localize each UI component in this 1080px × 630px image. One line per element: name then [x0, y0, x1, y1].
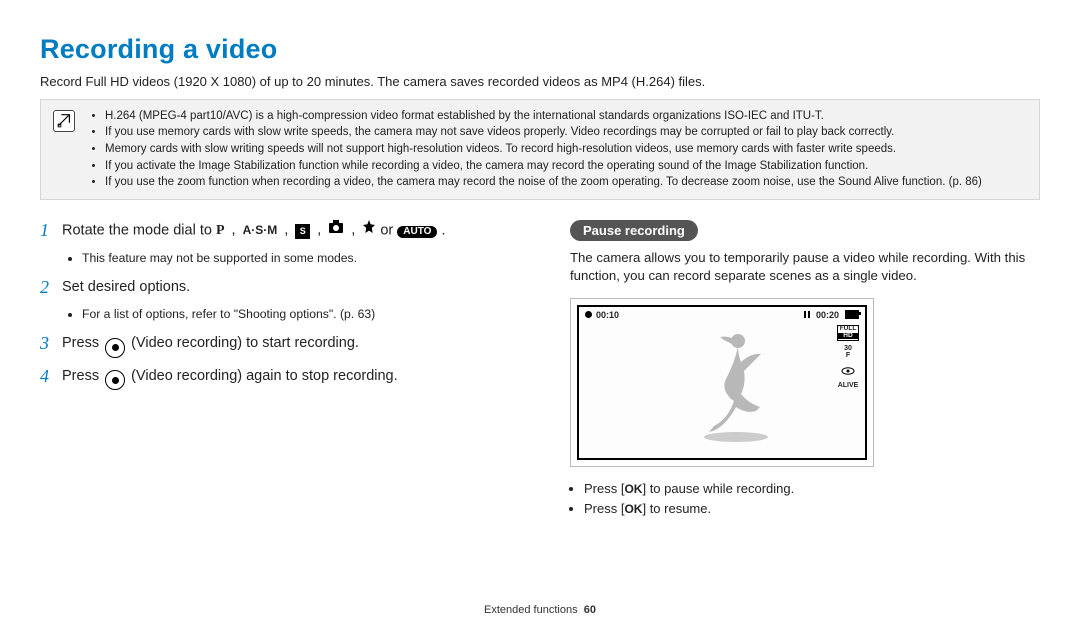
step-2: 2 Set desired options.	[40, 277, 540, 299]
pause-description: The camera allows you to temporarily pau…	[570, 249, 1040, 286]
elapsed-time: 00:10	[596, 310, 619, 320]
ok-button-label: OK	[624, 482, 642, 496]
note-list: H.264 (MPEG-4 part10/AVC) is a high-comp…	[91, 108, 1029, 191]
pause-bullets: Press [OK] to pause while recording. Pre…	[570, 479, 1040, 519]
rec-dot-icon	[585, 311, 592, 318]
note-item: Memory cards with slow writing speeds wi…	[105, 141, 1029, 158]
pause-bullet-1: Press [OK] to pause while recording.	[584, 479, 1040, 499]
step-text: Press (Video recording) to start recordi…	[62, 333, 359, 358]
screen-illustration: 00:10 00:20 FULL HD 30F	[570, 298, 874, 467]
step-number: 2	[40, 277, 62, 299]
mode-smart-icon: S	[295, 224, 310, 239]
page-title: Recording a video	[40, 34, 1040, 65]
step-text: Press (Video recording) again to stop re…	[62, 366, 398, 391]
step-number: 4	[40, 366, 62, 391]
step-text: Rotate the mode dial to P, A·S·M, S, , o…	[62, 220, 446, 242]
step-text: Set desired options.	[62, 277, 190, 299]
pause-bullet-2: Press [OK] to resume.	[584, 499, 1040, 519]
note-item: H.264 (MPEG-4 part10/AVC) is a high-comp…	[105, 108, 1029, 125]
figure-illustration	[676, 329, 796, 454]
remaining-time: 00:20	[816, 310, 839, 320]
record-button-icon	[105, 338, 125, 358]
note-item: If you use memory cards with slow write …	[105, 124, 1029, 141]
page-footer: Extended functions 60	[0, 604, 1080, 616]
note-item: If you activate the Image Stabilization …	[105, 158, 1029, 175]
eye-icon	[841, 363, 855, 378]
record-button-icon	[105, 370, 125, 390]
step-2-sub: For a list of options, refer to "Shootin…	[70, 306, 540, 323]
step-1: 1 Rotate the mode dial to P, A·S·M, S, ,…	[40, 220, 540, 242]
step-3: 3 Press (Video recording) to start recor…	[40, 333, 540, 358]
screen-side-indicators: FULL HD 30F ALIVE	[837, 325, 859, 389]
alive-label: ALIVE	[838, 382, 859, 389]
full-hd-badge: FULL HD	[837, 325, 859, 341]
left-column: 1 Rotate the mode dial to P, A·S·M, S, ,…	[40, 220, 540, 519]
mode-asm-icon: A·S·M	[243, 223, 278, 237]
mode-magic-icon	[362, 220, 376, 234]
note-box: H.264 (MPEG-4 part10/AVC) is a high-comp…	[40, 99, 1040, 200]
step-1-sub: This feature may not be supported in som…	[70, 250, 540, 267]
battery-icon	[845, 310, 859, 319]
screen-top-bar: 00:10 00:20	[585, 310, 859, 320]
fps-label: 30F	[844, 345, 852, 359]
mode-camera-icon	[328, 220, 344, 234]
step-number: 3	[40, 333, 62, 358]
step-number: 1	[40, 220, 62, 242]
mode-p-icon: P	[216, 223, 225, 239]
pause-recording-badge: Pause recording	[570, 220, 698, 241]
right-column: Pause recording The camera allows you to…	[570, 220, 1040, 519]
pause-icon	[804, 311, 810, 318]
ok-button-label: OK	[624, 502, 642, 516]
step-4: 4 Press (Video recording) again to stop …	[40, 366, 540, 391]
intro-text: Record Full HD videos (1920 X 1080) of u…	[40, 73, 1040, 91]
note-item: If you use the zoom function when record…	[105, 174, 1029, 191]
mode-auto-icon: AUTO	[397, 226, 437, 238]
note-icon	[53, 110, 75, 132]
